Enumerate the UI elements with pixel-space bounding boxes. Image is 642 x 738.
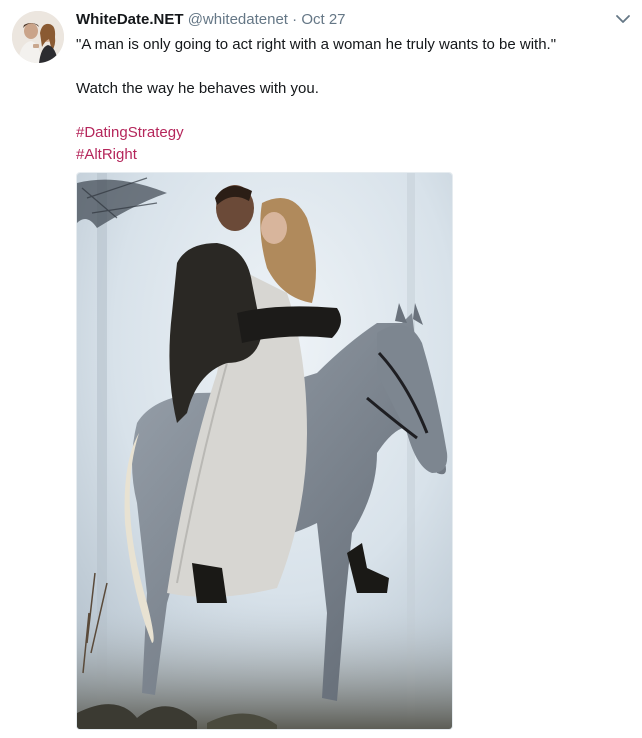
- display-name[interactable]: WhiteDate.NET: [76, 11, 184, 28]
- separator-dot: ·: [292, 11, 298, 28]
- tweet-text: "A man is only going to act right with a…: [76, 34, 626, 166]
- tweet-image[interactable]: [76, 172, 453, 730]
- tweet-quote: "A man is only going to act right with a…: [76, 36, 557, 53]
- hashtag-dating-strategy[interactable]: #DatingStrategy: [76, 124, 184, 141]
- tweet-date[interactable]: Oct 27: [301, 11, 345, 28]
- chevron-down-icon[interactable]: [614, 12, 632, 26]
- tweet-header: WhiteDate.NET @whitedatenet · Oct 27: [76, 11, 346, 29]
- avatar[interactable]: [12, 11, 64, 63]
- couple-on-horse-photo: [77, 173, 452, 729]
- hashtag-altright[interactable]: #AltRight: [76, 146, 137, 163]
- tweet: WhiteDate.NET @whitedatenet · Oct 27 "A …: [0, 0, 642, 738]
- tweet-sentence: Watch the way he behaves with you.: [76, 80, 319, 97]
- user-handle[interactable]: @whitedatenet: [188, 11, 288, 28]
- avatar-photo: [12, 11, 64, 63]
